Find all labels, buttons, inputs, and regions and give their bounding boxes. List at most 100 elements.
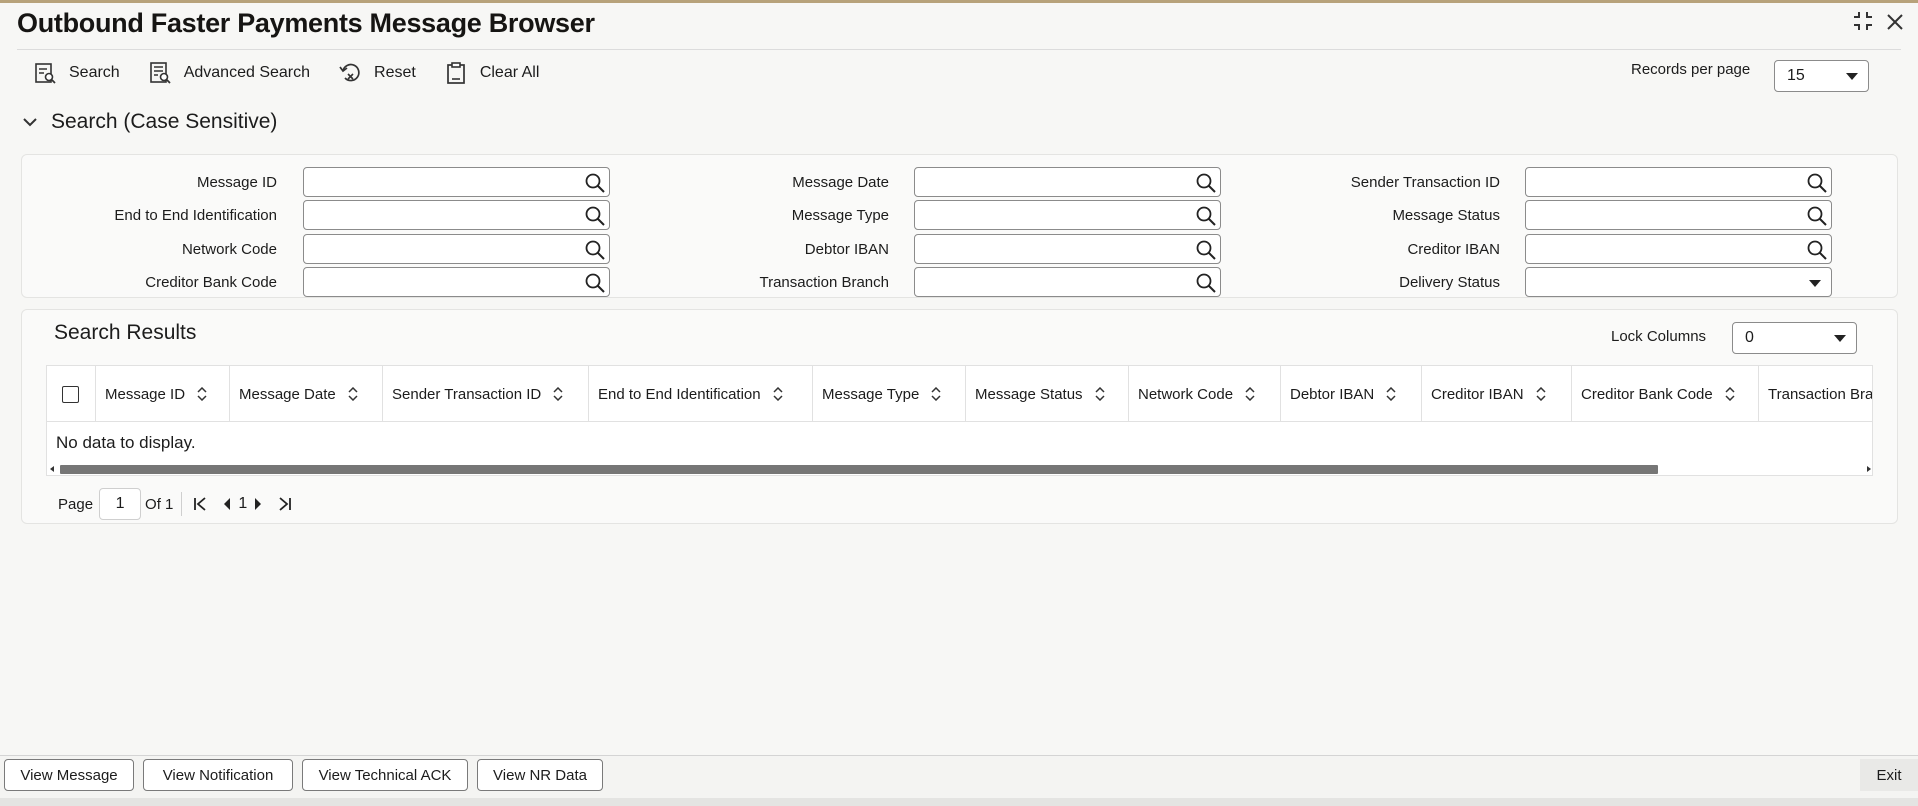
message-status-label: Message Status — [1392, 207, 1500, 224]
sender-transaction-id-input[interactable] — [1525, 167, 1832, 197]
column-header-label: Transaction Branch — [1768, 385, 1873, 403]
sort-icon[interactable] — [773, 387, 783, 401]
message-status-input[interactable] — [1525, 200, 1832, 230]
search-section-toggle[interactable]: Search (Case Sensitive) — [22, 110, 277, 134]
message-id-input[interactable] — [303, 167, 610, 197]
sort-icon[interactable] — [348, 387, 358, 401]
search-results-title: Search Results — [54, 321, 197, 344]
column-header-label: Network Code — [1138, 385, 1234, 403]
message-date-input[interactable] — [914, 167, 1221, 197]
end-to-end-identification-input[interactable] — [303, 200, 610, 230]
sort-icon[interactable] — [1725, 387, 1735, 401]
transaction-branch-label: Transaction Branch — [759, 274, 889, 291]
creditor-bank-code-label: Creditor Bank Code — [145, 274, 277, 291]
magnifier-icon[interactable] — [1195, 172, 1217, 194]
footer-bar: View Message View Notification View Tech… — [0, 755, 1918, 806]
sort-icon[interactable] — [1536, 387, 1546, 401]
advanced-search-button-label: Advanced Search — [183, 64, 311, 81]
select-all-checkbox[interactable] — [62, 386, 79, 403]
creditor-iban-input[interactable] — [1525, 234, 1832, 264]
reset-button[interactable]: Reset — [338, 61, 416, 85]
message-type-label: Message Type — [791, 207, 889, 224]
horizontal-scrollbar[interactable] — [47, 463, 1872, 475]
column-header-label: Creditor Bank Code — [1581, 385, 1713, 403]
records-per-page-value: 15 — [1787, 67, 1805, 84]
column-header-transaction-branch[interactable]: Transaction Branch — [1759, 366, 1873, 422]
scroll-left-icon[interactable] — [50, 466, 54, 472]
exit-button[interactable]: Exit — [1860, 759, 1918, 791]
column-header-message-status[interactable]: Message Status — [966, 366, 1129, 422]
sort-icon[interactable] — [931, 387, 941, 401]
column-header-message-type[interactable]: Message Type — [813, 366, 966, 422]
prev-page-icon[interactable] — [222, 497, 232, 511]
last-page-icon[interactable] — [277, 496, 293, 512]
title-divider — [17, 49, 1901, 50]
column-header-end-to-end-identification[interactable]: End to End Identification — [589, 366, 813, 422]
search-criteria-panel: Message ID End to End Identification Net… — [21, 154, 1898, 298]
page-number-value: 1 — [115, 495, 125, 512]
column-header-creditor-iban[interactable]: Creditor IBAN — [1422, 366, 1572, 422]
sort-icon[interactable] — [1095, 387, 1105, 401]
column-header-label: Message Type — [822, 385, 920, 403]
records-per-page-select[interactable]: 15 — [1774, 60, 1869, 92]
column-header-debtor-iban[interactable]: Debtor IBAN — [1281, 366, 1422, 422]
debtor-iban-input[interactable] — [914, 234, 1221, 264]
records-per-page-label: Records per page — [1631, 61, 1751, 78]
magnifier-icon[interactable] — [584, 272, 606, 294]
lock-columns-select[interactable]: 0 — [1732, 322, 1857, 354]
page-number-input[interactable]: 1 — [99, 488, 142, 520]
column-header-sender-transaction-id[interactable]: Sender Transaction ID — [383, 366, 589, 422]
clear-all-button[interactable]: Clear All — [444, 61, 539, 85]
chevron-down-icon — [23, 118, 37, 127]
minimize-icon[interactable] — [1852, 10, 1874, 38]
select-all-column — [47, 366, 96, 422]
delivery-status-select[interactable] — [1525, 267, 1832, 297]
magnifier-icon[interactable] — [1806, 239, 1828, 261]
empty-grid-message: No data to display. — [56, 433, 196, 452]
message-date-label: Message Date — [792, 174, 889, 191]
column-header-label: Creditor IBAN — [1431, 385, 1524, 403]
scrollbar-thumb[interactable] — [60, 465, 1658, 474]
close-icon[interactable] — [1886, 11, 1904, 37]
sort-icon[interactable] — [1245, 387, 1255, 401]
sort-icon[interactable] — [197, 387, 207, 401]
view-message-button[interactable]: View Message — [4, 759, 134, 791]
magnifier-icon[interactable] — [1195, 272, 1217, 294]
magnifier-icon[interactable] — [584, 172, 606, 194]
end-to-end-identification-label: End to End Identification — [114, 207, 277, 224]
scroll-right-icon[interactable] — [1867, 466, 1871, 472]
view-technical-ack-button[interactable]: View Technical ACK — [302, 759, 468, 791]
search-button-label: Search — [69, 64, 120, 81]
page-of-label: Of 1 — [145, 495, 174, 513]
message-id-label: Message ID — [196, 174, 277, 191]
reset-button-label: Reset — [374, 64, 416, 81]
results-grid: Message ID Message Date Sender Transacti… — [46, 365, 1873, 476]
column-header-creditor-bank-code[interactable]: Creditor Bank Code — [1572, 366, 1759, 422]
column-header-message-id[interactable]: Message ID — [96, 366, 230, 422]
magnifier-icon[interactable] — [584, 205, 606, 227]
magnifier-icon[interactable] — [1195, 239, 1217, 261]
view-nr-data-button[interactable]: View NR Data — [477, 759, 603, 791]
first-page-icon[interactable] — [192, 496, 208, 512]
search-section-title: Search (Case Sensitive) — [51, 110, 278, 133]
next-page-icon[interactable] — [253, 497, 263, 511]
pager-divider — [181, 492, 183, 516]
column-header-message-date[interactable]: Message Date — [230, 366, 383, 422]
column-header-label: Sender Transaction ID — [392, 385, 542, 403]
magnifier-icon[interactable] — [1806, 172, 1828, 194]
magnifier-icon[interactable] — [584, 239, 606, 261]
sort-icon[interactable] — [1386, 387, 1396, 401]
magnifier-icon[interactable] — [1195, 205, 1217, 227]
network-code-input[interactable] — [303, 234, 610, 264]
grid-header-row: Message ID Message Date Sender Transacti… — [47, 366, 1873, 422]
view-notification-button[interactable]: View Notification — [143, 759, 293, 791]
reset-icon — [339, 63, 360, 82]
column-header-network-code[interactable]: Network Code — [1129, 366, 1281, 422]
creditor-bank-code-input[interactable] — [303, 267, 610, 297]
advanced-search-button[interactable]: Advanced Search — [148, 61, 310, 85]
magnifier-icon[interactable] — [1806, 205, 1828, 227]
search-button[interactable]: Search — [33, 61, 120, 85]
transaction-branch-input[interactable] — [914, 267, 1221, 297]
message-type-input[interactable] — [914, 200, 1221, 230]
sort-icon[interactable] — [553, 387, 563, 401]
